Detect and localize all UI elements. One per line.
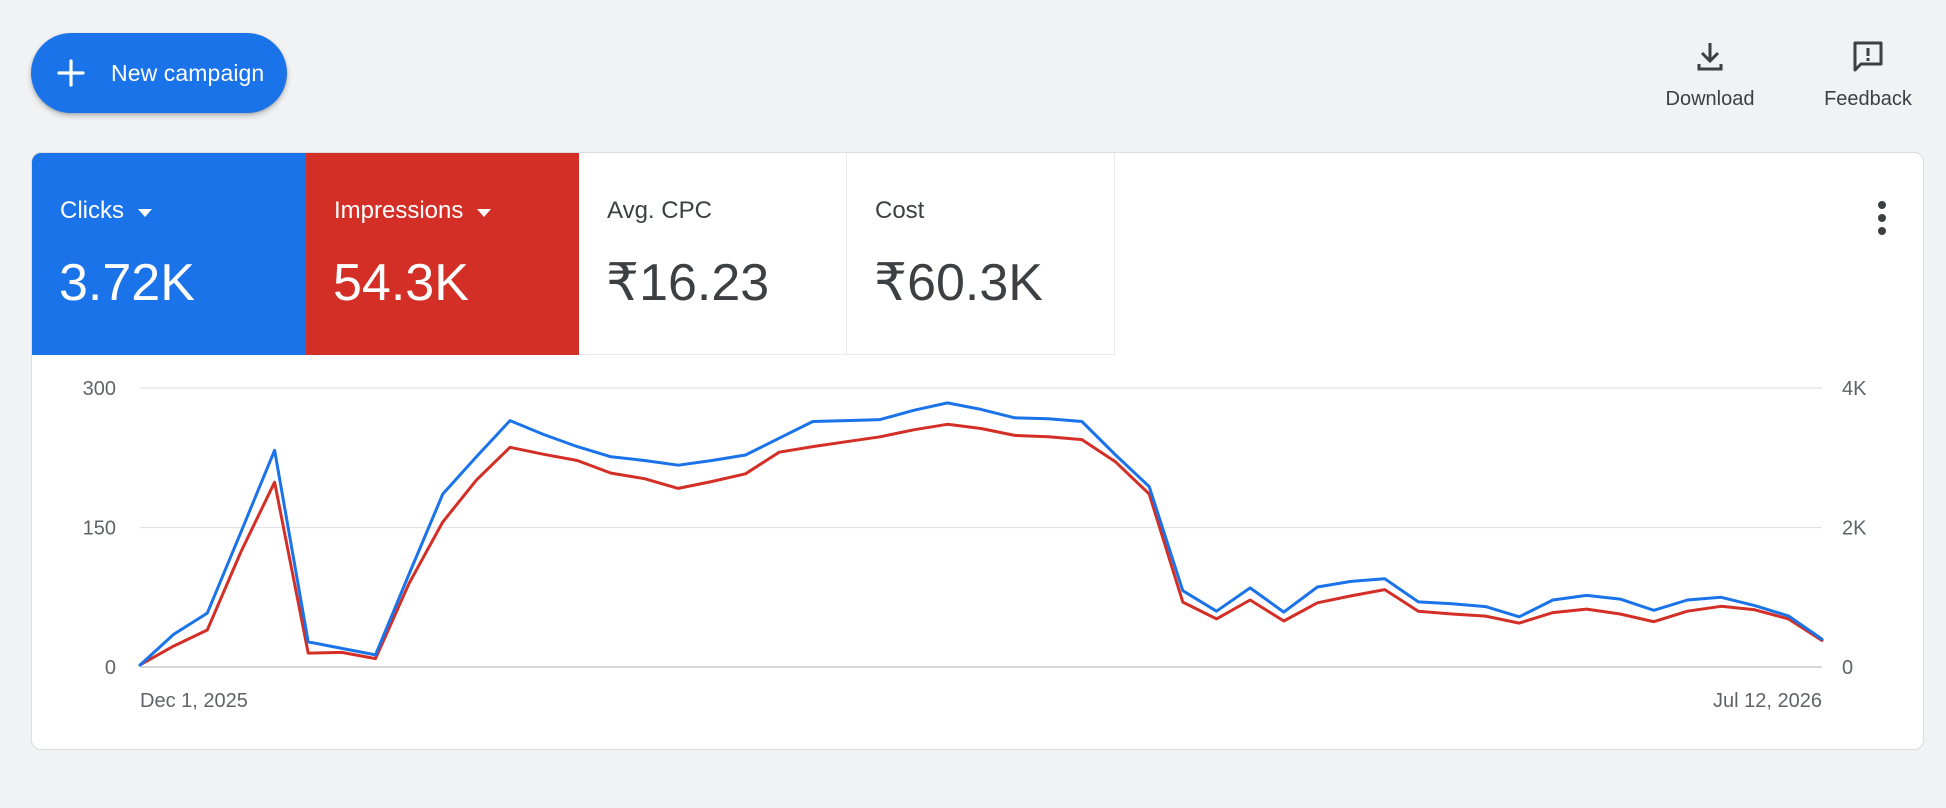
metric-cost-value: ₹60.3K	[874, 254, 1043, 312]
dropdown-caret-icon	[477, 208, 492, 217]
download-label: Download	[1665, 88, 1755, 110]
metric-clicks-header[interactable]: Clicks	[60, 197, 152, 225]
new-campaign-button[interactable]: New campaign	[31, 33, 287, 113]
performance-card: Clicks 3.72K Impressions 54.3K Avg. CPC …	[31, 152, 1924, 750]
performance-chart: 0 150 300 0 2K 4K Dec 1, 2025 Jul 12, 2026	[83, 378, 1867, 712]
y-left-tick-label: 0	[105, 657, 116, 679]
feedback-icon	[1853, 41, 1883, 72]
feedback-label: Feedback	[1824, 88, 1912, 110]
download-button[interactable]: Download	[1660, 36, 1760, 111]
more-options-button[interactable]	[1862, 193, 1902, 243]
metric-avg-cpc[interactable]: Avg. CPC ₹16.23	[579, 153, 847, 355]
metric-impressions-value: 54.3K	[333, 254, 469, 312]
y-left-tick-label: 150	[83, 518, 116, 540]
metric-cost-label: Cost	[875, 197, 925, 224]
metric-cost[interactable]: Cost ₹60.3K	[847, 153, 1115, 355]
y-left-tick-label: 300	[83, 378, 116, 400]
metric-clicks[interactable]: Clicks 3.72K	[32, 153, 306, 355]
metric-clicks-label: Clicks	[60, 197, 124, 224]
dropdown-caret-icon	[138, 208, 152, 217]
y-right-tick-label: 4K	[1842, 378, 1867, 400]
plus-icon	[57, 59, 85, 87]
series-line-clicks	[138, 401, 1824, 667]
more-vert-icon	[1878, 201, 1886, 235]
series-line-impressions	[138, 422, 1824, 667]
download-icon	[1697, 43, 1723, 71]
x-tick-label: Dec 1, 2025	[140, 690, 248, 712]
y-right-tick-label: 2K	[1842, 518, 1867, 540]
metric-avg-cpc-value: ₹16.23	[606, 254, 770, 312]
metric-clicks-value: 3.72K	[59, 254, 195, 312]
x-tick-label: Jul 12, 2026	[1713, 690, 1822, 712]
new-campaign-label: New campaign	[111, 59, 265, 86]
feedback-button[interactable]: Feedback	[1818, 36, 1918, 111]
y-right-tick-label: 0	[1842, 657, 1853, 679]
metric-impressions-header[interactable]: Impressions	[334, 197, 492, 225]
metric-impressions-label: Impressions	[334, 197, 464, 224]
metric-impressions[interactable]: Impressions 54.3K	[306, 153, 579, 355]
metric-avg-cpc-label: Avg. CPC	[607, 197, 712, 224]
